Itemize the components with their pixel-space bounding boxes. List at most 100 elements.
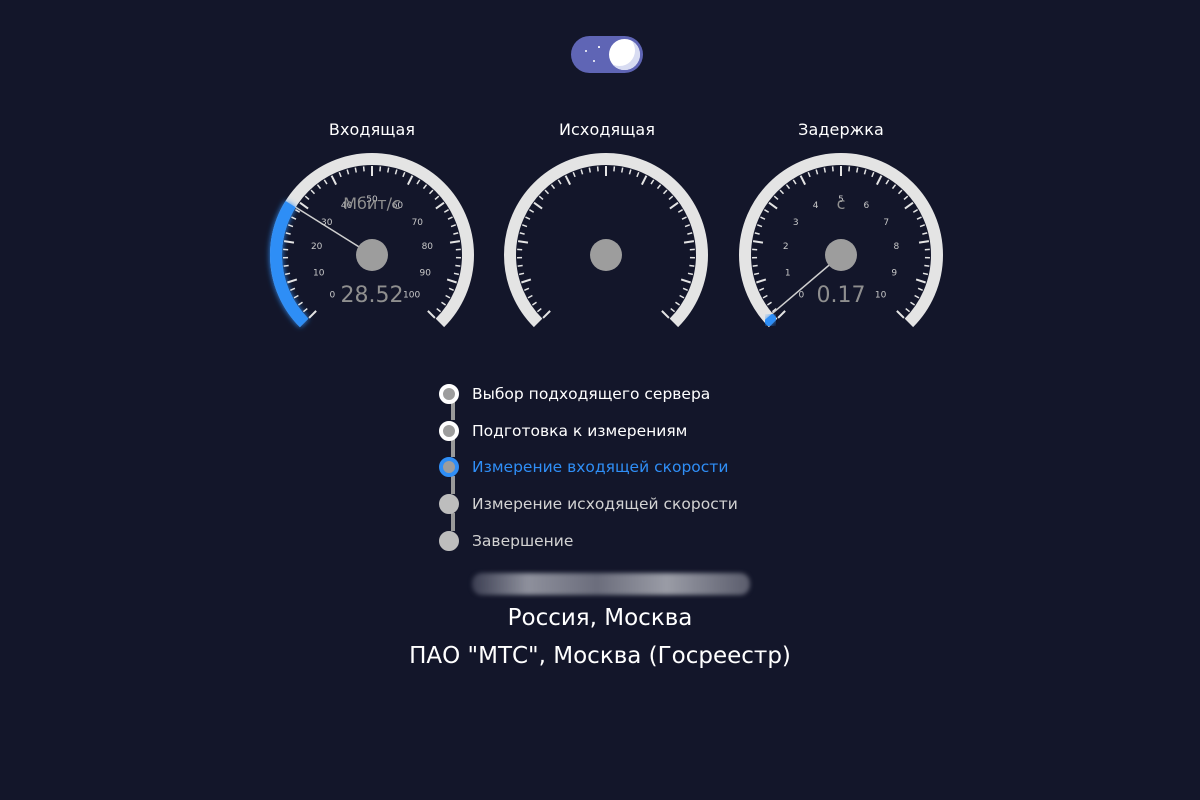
gauge-minor-tick <box>550 184 556 190</box>
step-label: Измерение входящей скорости <box>472 458 729 476</box>
gauge-minor-tick <box>856 167 859 173</box>
gauge-minor-tick <box>753 272 760 276</box>
gauge-minor-tick <box>293 294 299 299</box>
gauge-major-tick <box>669 201 679 210</box>
gauge-minor-tick <box>885 179 890 185</box>
gauge-major-tick <box>777 310 786 319</box>
gauge-minor-tick <box>752 264 758 267</box>
gauge-minor-tick <box>448 287 454 292</box>
gauge-minor-tick <box>572 171 576 178</box>
gauge-minor-tick <box>445 294 451 299</box>
gauge-minor-tick <box>450 224 456 228</box>
gauge-minor-tick <box>441 301 447 306</box>
gauge-minor-tick <box>387 167 390 173</box>
gauge-value: 0.17 <box>817 283 866 308</box>
gauge-minor-tick <box>338 171 342 178</box>
gauge-minor-tick <box>807 171 811 178</box>
gauge-minor-tick <box>297 301 303 306</box>
gauge-minor-tick <box>912 209 918 213</box>
step-prepare: Подготовка к измерениям <box>439 418 687 444</box>
gauge-major-tick <box>640 175 648 186</box>
gauge-minor-tick <box>346 169 350 175</box>
gauge-minor-tick <box>416 179 421 185</box>
gauge-major-tick <box>904 201 914 210</box>
gauge-minor-tick <box>662 189 668 195</box>
gauge-major-tick <box>299 201 309 210</box>
gauge-minor-tick <box>917 287 923 292</box>
step-select-server: Выбор подходящего сервера <box>439 381 710 407</box>
gauge-minor-tick <box>681 216 687 220</box>
gauge-tick-label: 0 <box>330 291 336 301</box>
step-measure-outgoing: Измерение исходящей скорости <box>439 491 738 517</box>
gauge-minor-tick <box>754 232 760 235</box>
gauge-minor-tick <box>538 195 544 201</box>
gauge-minor-tick <box>636 171 640 178</box>
gauge-minor-tick <box>284 272 291 276</box>
gauge-minor-tick <box>670 307 676 313</box>
gauge-minor-tick <box>792 179 797 185</box>
gauge-minor-tick <box>682 287 688 292</box>
gauge-major-tick <box>406 175 414 186</box>
gauge-minor-tick <box>897 189 903 195</box>
gauge-latency: 012345678910с0.17 <box>739 153 943 328</box>
gauge-unit-label: Мбит/с <box>343 194 401 213</box>
gauge-major-tick <box>517 240 529 244</box>
gauge-minor-tick <box>687 272 694 276</box>
gauge-minor-tick <box>323 179 328 185</box>
gauge-minor-tick <box>679 294 685 299</box>
gauge-minor-tick <box>302 307 308 313</box>
gauge-minor-tick <box>402 171 406 178</box>
gauge-major-tick <box>446 278 457 284</box>
gauge-minor-tick <box>422 184 428 190</box>
gauge-major-tick <box>680 278 691 284</box>
gauge-minor-tick <box>288 224 294 228</box>
gauge-major-tick <box>875 175 883 186</box>
step-pending-icon <box>439 531 459 551</box>
gauge-minor-tick <box>519 232 525 235</box>
gauge-minor-tick <box>524 287 530 292</box>
location-provider: ПАО "МТС", Москва (Госреестр) <box>409 643 791 669</box>
gauge-tick-label: 0 <box>799 291 805 301</box>
gauge-minor-tick <box>687 232 693 235</box>
gauge-major-tick <box>915 278 926 284</box>
gauge-minor-tick <box>290 287 296 292</box>
gauge-minor-tick <box>588 167 591 173</box>
gauge-value: 28.52 <box>341 283 404 308</box>
gauge-minor-tick <box>447 216 453 220</box>
gauge-minor-tick <box>453 232 459 235</box>
gauge-tick-label: 6 <box>864 201 870 211</box>
gauge-minor-tick <box>522 224 528 228</box>
gauge-progress-arc <box>763 313 778 328</box>
gauge-major-tick <box>449 240 461 244</box>
gauge-minor-tick <box>668 195 674 201</box>
gauge-minor-tick <box>762 294 768 299</box>
gauge-major-tick <box>768 201 778 210</box>
gauge-minor-tick <box>779 189 785 195</box>
gauge-major-tick <box>435 201 445 210</box>
gauge-minor-tick <box>689 264 695 267</box>
step-pending-icon <box>439 494 459 514</box>
gauge-minor-tick <box>910 301 916 306</box>
gauge-minor-tick <box>863 169 867 175</box>
gauge-minor-tick <box>434 195 440 201</box>
gauge-minor-tick <box>536 307 542 313</box>
gauge-minor-tick <box>517 264 523 267</box>
step-label: Завершение <box>472 532 574 550</box>
gauge-outgoing <box>504 153 708 328</box>
gauge-minor-tick <box>656 184 662 190</box>
gauge-major-tick <box>756 278 767 284</box>
gauge-major-tick <box>542 310 551 319</box>
step-active-icon <box>439 457 459 477</box>
step-done-icon <box>439 384 459 404</box>
gauge-minor-tick <box>518 272 525 276</box>
gauge-minor-tick <box>283 264 289 267</box>
gauge-minor-tick <box>684 224 690 228</box>
gauge-tick-label: 90 <box>420 268 432 278</box>
gauge-minor-tick <box>759 287 765 292</box>
gauge-minor-tick <box>291 216 297 220</box>
gauge-minor-tick <box>757 224 763 228</box>
gauge-minor-tick <box>919 224 925 228</box>
location-city: Россия, Москва <box>507 605 693 631</box>
gauge-minor-tick <box>871 171 875 178</box>
gauge-minor-tick <box>544 189 550 195</box>
